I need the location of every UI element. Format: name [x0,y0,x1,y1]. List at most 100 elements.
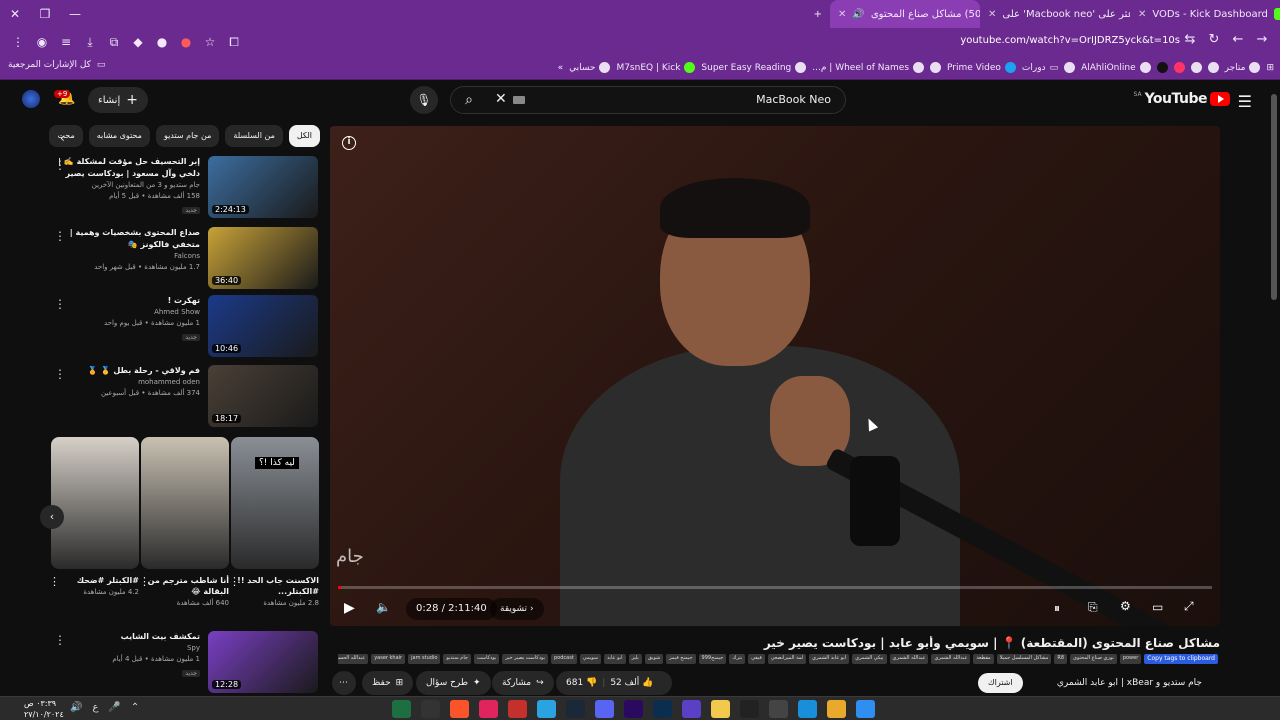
language-tray-icon[interactable]: ع [92,702,98,713]
extension-icon[interactable]: ● [174,35,198,49]
more-options-icon[interactable]: ⋮ [229,575,240,588]
bookmarks-overflow-icon[interactable]: » [558,63,564,73]
video-tag[interactable]: yaser khair [371,654,406,664]
play-icon[interactable]: ▶ [344,600,355,616]
video-title[interactable]: صداع المحتوى بشخصيات وهمية | متخفي فالكو… [52,227,200,251]
chip-channel[interactable]: من جام ستديو [155,125,220,147]
bookmark-item[interactable]: Super Easy Reading [701,62,807,73]
discord-app-icon[interactable] [595,700,614,718]
video-tag[interactable]: بودكاست [474,654,500,664]
channel-name[interactable]: Falcons [52,251,200,262]
video-title[interactable]: إبر التحسيف حل مؤقت لمشكلة ✍️ | دلخي وآل… [52,156,200,180]
recommended-video[interactable]: 18:17 فم ولاقي - رحلة بطل 🥇 🏅 mohammed ode… [50,365,320,429]
app-icon[interactable] [682,700,701,718]
video-title[interactable]: فم ولاقي - رحلة بطل 🥇 🏅 [52,365,200,377]
video-tag[interactable]: بترك [729,654,746,664]
extensions-puzzle-icon[interactable]: ⧉ [102,35,126,50]
channel-name[interactable]: mohammed oden [52,377,200,388]
video-tag[interactable]: عبدالله الشمري [931,654,971,664]
video-thumbnail[interactable]: 10:46 [208,295,318,357]
video-thumbnail[interactable]: 36:40 [208,227,318,289]
search-icon[interactable]: ⌕ [450,86,488,114]
media-icon[interactable]: ≡ [54,35,78,49]
bookmark-item[interactable]: M7snEQ | Kick [616,62,696,73]
short-title[interactable]: #الكبتلر #ضحك [51,575,139,586]
youtube-logo[interactable]: SA YouTube [1134,91,1230,107]
windows-start-icon[interactable] [856,700,875,718]
info-icon[interactable]: i [342,136,356,150]
user-avatar[interactable] [22,90,40,108]
premiere-app-icon[interactable] [624,700,643,718]
close-tab-icon[interactable]: ✕ [1138,9,1146,20]
scrollbar-thumb[interactable] [1271,94,1277,300]
new-tab-button[interactable]: + [806,0,830,28]
video-thumbnail[interactable]: 2:24:13 [208,156,318,218]
telegram-app-icon[interactable] [537,700,556,718]
recommended-video[interactable]: 10:46 تهكرت ! Ahmed Show 1 مليون مشاهدة • ق… [50,295,320,359]
theater-mode-icon[interactable]: ▭ [1152,600,1163,614]
video-tag[interactable]: مقطعة [973,654,994,664]
screenshot-icon[interactable]: ⧠ [222,35,246,50]
video-tag[interactable]: ابو عابد الشمري [809,654,850,664]
channel-name[interactable]: جام ستديو و 3 من المتعاونين الآخرين [52,180,200,191]
chip-more[interactable]: محت [49,125,83,147]
subtitles-icon[interactable]: ⎘ [1088,600,1098,615]
video-tag[interactable]: شوبق [644,654,664,664]
video-tag[interactable]: بليز [628,654,642,664]
video-tag[interactable]: فيفي [748,654,765,664]
app-icon[interactable] [740,700,759,718]
tab-youtube[interactable]: ✕ 🔊 (5086) مشاكل صناع المحتوى [830,0,980,28]
volume-icon[interactable]: 🔈 [376,600,391,614]
address-bar[interactable]: youtube.com/watch?v=OrIJDRZ5yck&t=10s [960,35,1180,46]
video-tag[interactable]: podcast [550,654,577,664]
bookmark-item[interactable]: Wheel of Names | م... [812,62,925,73]
tab-kick[interactable]: ✕ VODs - Kick Dashboard [1130,0,1280,28]
save-button[interactable]: حفظ ⊞ [362,671,414,695]
search-box[interactable]: MacBook Neo ✕ [450,86,846,114]
show-hidden-icons-icon[interactable]: ⌃ [131,702,139,713]
video-tag[interactable]: جام ستديو [443,654,472,664]
copy-tags-button[interactable]: Copy tags to clipboard [1144,654,1218,664]
bookmark-item[interactable] [1156,62,1168,73]
chrome-app-icon[interactable] [827,700,846,718]
photoshop-app-icon[interactable] [653,700,672,718]
video-tag[interactable]: مشاكل المسلسل جميلا [996,654,1052,664]
short-thumbnail[interactable] [51,437,139,569]
more-options-icon[interactable]: ⋮ [54,158,66,172]
back-icon[interactable]: → [1250,32,1274,47]
forward-icon[interactable]: ← [1226,32,1250,47]
video-title[interactable]: تهكرت ! [52,295,200,307]
video-tag[interactable]: بودكاست يصير خير [502,654,548,664]
bookmark-folder[interactable]: ▭ دورات [1022,63,1058,73]
bookmark-item[interactable]: حسابي [569,62,611,73]
video-thumbnail[interactable]: 18:17 [208,365,318,427]
file-explorer-app-icon[interactable] [711,700,730,718]
keyboard-icon[interactable] [513,96,525,104]
app-icon[interactable] [479,700,498,718]
download-icon[interactable]: ⤓ [78,35,102,50]
more-options-icon[interactable]: ⋮ [54,367,66,381]
more-actions-button[interactable]: ⋯ [332,671,356,695]
bookmark-item[interactable] [1207,62,1219,73]
video-tag[interactable]: ابو عابد [604,654,626,664]
channel-name[interactable]: جام ستديو و xBear | ابو عابد الشمري [1057,678,1202,688]
bookmark-item[interactable]: Prime Video [947,62,1016,73]
shorts-prev-arrow-icon[interactable]: ‹ [40,505,64,529]
video-tag[interactable]: عبدالله الحسن [338,654,369,664]
apps-grid-icon[interactable]: ⊞ [1266,63,1274,73]
chips-prev-arrow-icon[interactable]: ‹ [60,131,65,145]
extension-icon[interactable]: ● [150,35,174,49]
extension-icon[interactable]: ◆ [126,35,150,49]
dislike-button[interactable]: 681 👎 [566,678,597,688]
video-tag[interactable]: power [1119,654,1142,664]
tab-tiktok[interactable]: ✕ اعثر على 'Macbook neo' على [980,0,1130,28]
site-settings-icon[interactable]: ⇆ [1178,32,1202,47]
bookmark-item[interactable] [1190,62,1202,73]
video-tag[interactable]: جيمنج فيمز [666,654,696,664]
short-thumbnail[interactable]: ليه كذا !؟ [231,437,319,569]
like-button[interactable]: 52 ألف 👍 [610,678,653,688]
bookmark-item[interactable]: AlAhliOnline [1081,62,1151,73]
menu-dots-icon[interactable]: ⋮ [6,35,30,49]
bookmark-item[interactable] [1173,62,1185,73]
pause-autoplay-icon[interactable]: ⏸ [1054,601,1060,616]
